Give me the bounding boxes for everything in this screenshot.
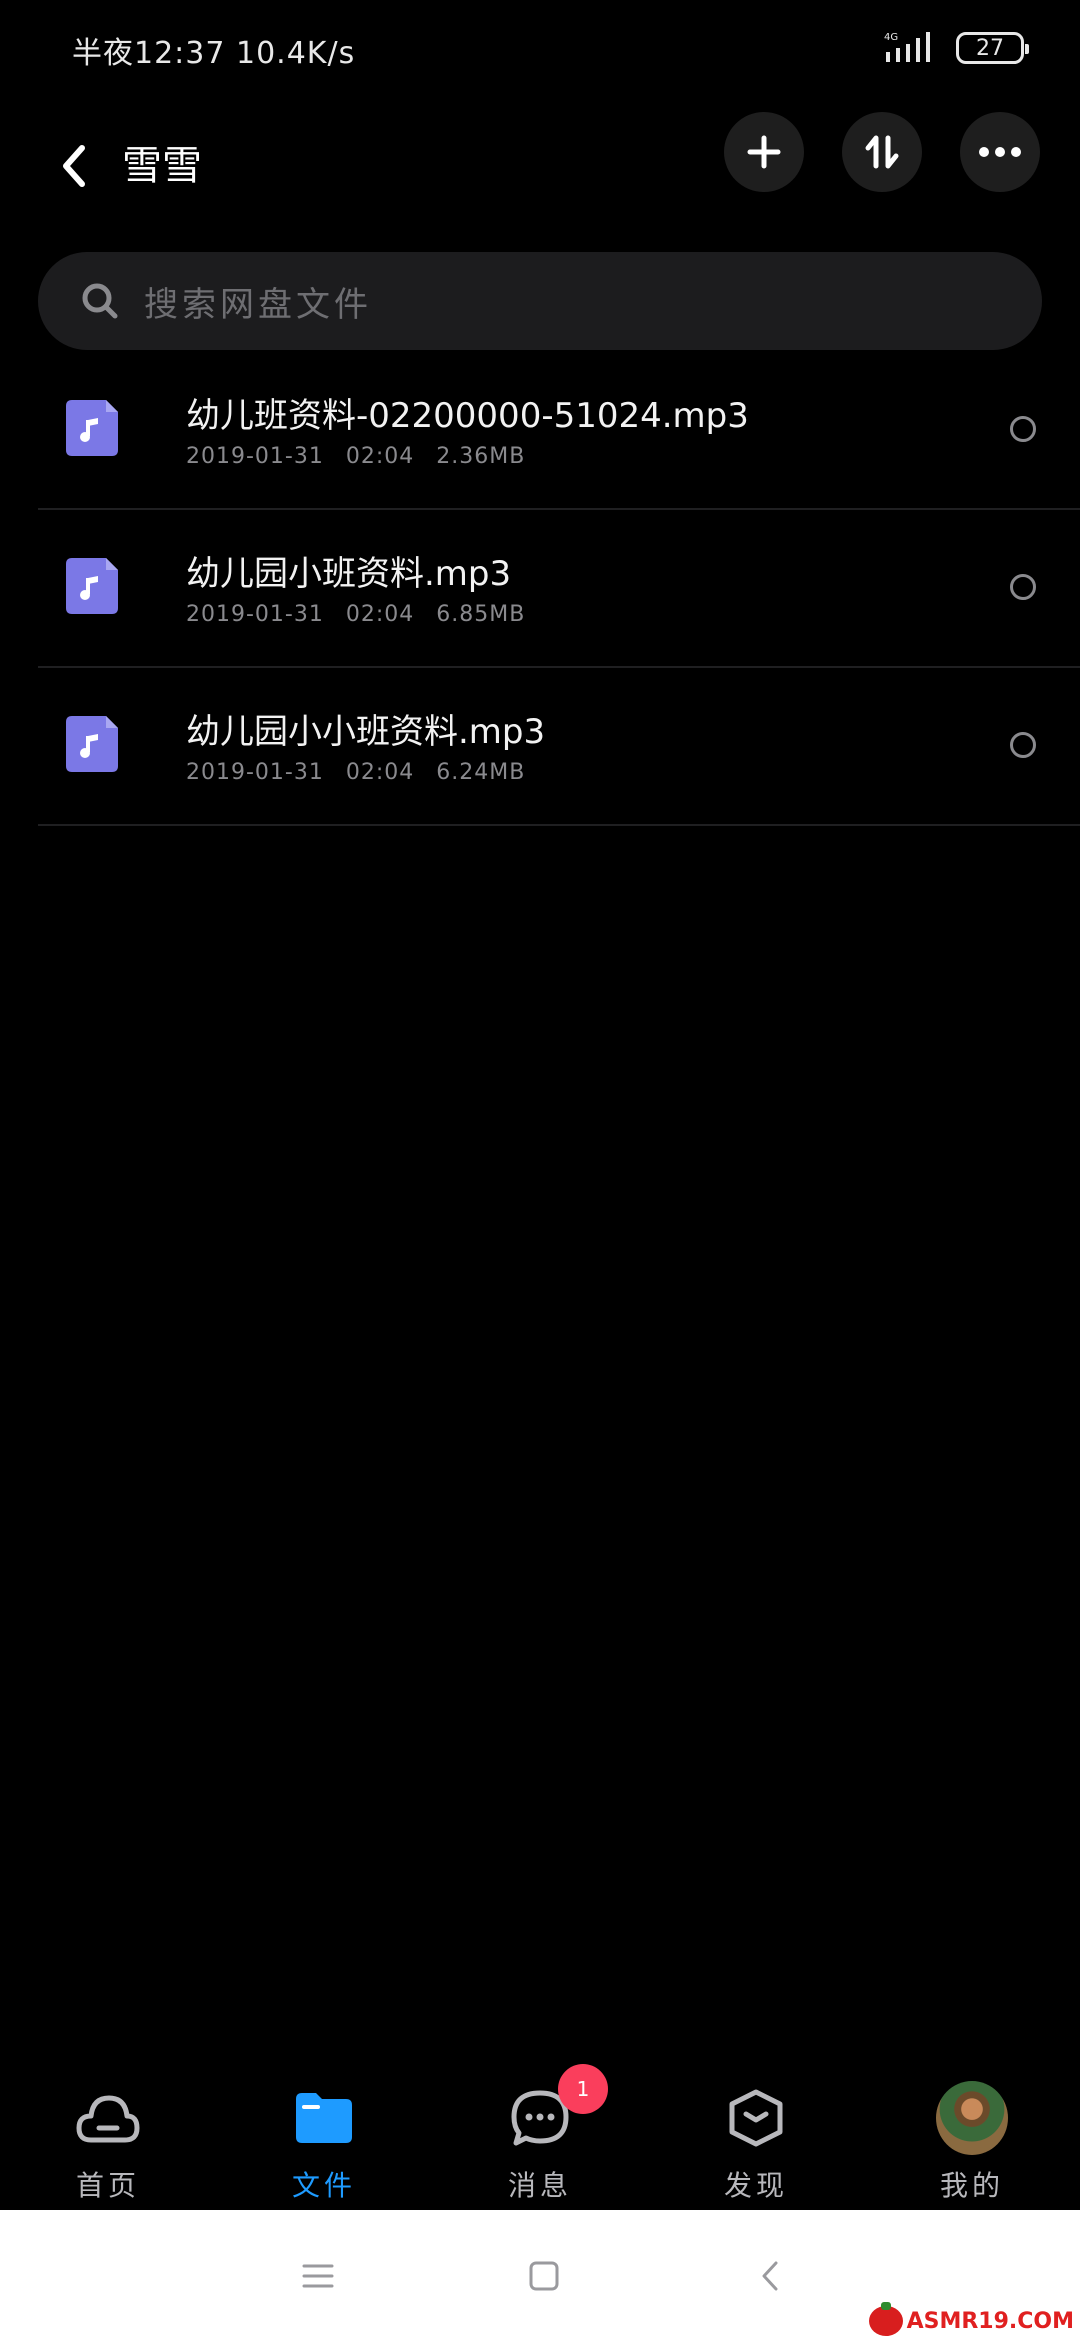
sort-button[interactable]	[842, 112, 922, 192]
chat-icon: 1	[504, 2064, 608, 2154]
transfer-arrows-icon	[865, 135, 899, 169]
select-radio[interactable]	[1010, 416, 1036, 442]
nav-item-home[interactable]: 首页	[38, 2082, 178, 2210]
status-icons: 4G 27	[878, 30, 1029, 66]
search-icon	[80, 281, 120, 321]
file-size: 2.36MB	[436, 444, 526, 469]
system-back-button[interactable]	[744, 2250, 796, 2302]
file-name: 幼儿班资料-02200000-51024.mp3	[186, 396, 749, 436]
status-bar: 半夜12:37 10.4K/s 4G 27	[0, 0, 1080, 96]
nav-item-profile[interactable]: 我的	[902, 2081, 1042, 2210]
search-input[interactable]: 搜索网盘文件	[38, 252, 1042, 350]
folder-icon	[288, 2082, 360, 2154]
chevron-left-icon	[762, 2261, 778, 2291]
avatar	[936, 2081, 1008, 2155]
file-name: 幼儿园小小班资料.mp3	[186, 712, 546, 752]
file-date: 2019-01-31	[186, 444, 324, 469]
file-meta: 2019-01-31 02:04 2.36MB	[186, 444, 525, 469]
file-row[interactable]: 幼儿班资料-02200000-51024.mp3 2019-01-31 02:04…	[38, 352, 1080, 510]
watermark-text: ASMR19.COM	[906, 2308, 1074, 2334]
file-size: 6.85MB	[436, 602, 526, 627]
menu-lines-icon	[302, 2264, 334, 2288]
nav-label-discover: 发现	[723, 2169, 788, 2202]
file-time: 02:04	[345, 760, 415, 785]
add-button[interactable]	[724, 112, 804, 192]
cloud-icon	[72, 2082, 144, 2154]
file-date: 2019-01-31	[186, 760, 324, 785]
music-file-icon	[66, 400, 118, 456]
header: 雪雪	[0, 110, 1080, 230]
music-file-icon	[66, 558, 118, 614]
more-dots-icon	[979, 147, 1021, 157]
screen: 半夜12:37 10.4K/s 4G 27 雪雪 搜索网盘文件 幼儿班资料-02…	[0, 0, 1080, 2340]
back-button[interactable]	[40, 130, 112, 202]
file-row[interactable]: 幼儿园小小班资料.mp3 2019-01-31 02:04 6.24MB	[38, 668, 1080, 826]
file-time: 02:04	[345, 602, 415, 627]
file-date: 2019-01-31	[186, 602, 324, 627]
search-placeholder: 搜索网盘文件	[144, 284, 372, 325]
plus-icon	[747, 135, 781, 169]
select-radio[interactable]	[1010, 574, 1036, 600]
file-meta: 2019-01-31 02:04 6.85MB	[186, 602, 525, 627]
nav-label-home: 首页	[75, 2169, 140, 2202]
file-meta: 2019-01-31 02:04 6.24MB	[186, 760, 525, 785]
cube-icon	[720, 2082, 792, 2154]
network-type-label: 4G	[884, 32, 898, 43]
music-file-icon	[66, 716, 118, 772]
page-title: 雪雪	[122, 143, 202, 189]
signal-icon: 4G	[884, 32, 930, 62]
file-name: 幼儿园小班资料.mp3	[186, 554, 512, 594]
recents-button[interactable]	[292, 2250, 344, 2302]
nav-item-messages[interactable]: 1 消息	[470, 2064, 610, 2210]
file-time: 02:04	[345, 444, 415, 469]
avatar-image	[936, 2081, 1008, 2155]
status-time: 半夜12:37 10.4K/s	[72, 36, 356, 71]
tomato-icon	[868, 2302, 903, 2336]
nav-label-files: 文件	[291, 2169, 356, 2202]
file-row[interactable]: 幼儿园小班资料.mp3 2019-01-31 02:04 6.85MB	[38, 510, 1080, 668]
home-button[interactable]	[518, 2250, 570, 2302]
message-badge: 1	[558, 2064, 608, 2114]
system-nav-bar: ASMR19.COM	[0, 2210, 1080, 2340]
bottom-nav: 首页 文件 1 消息 发现 我的	[0, 2064, 1080, 2210]
battery-icon: 27	[956, 32, 1029, 64]
chevron-left-icon	[63, 145, 85, 187]
file-size: 6.24MB	[436, 760, 526, 785]
select-radio[interactable]	[1010, 732, 1036, 758]
nav-label-profile: 我的	[939, 2169, 1004, 2202]
nav-item-files[interactable]: 文件	[254, 2082, 394, 2210]
watermark: ASMR19.COM	[868, 2302, 1074, 2336]
nav-label-messages: 消息	[507, 2169, 572, 2202]
file-list: 幼儿班资料-02200000-51024.mp3 2019-01-31 02:04…	[0, 352, 1080, 826]
nav-item-discover[interactable]: 发现	[686, 2082, 826, 2210]
more-button[interactable]	[960, 112, 1040, 192]
square-icon	[529, 2261, 559, 2291]
